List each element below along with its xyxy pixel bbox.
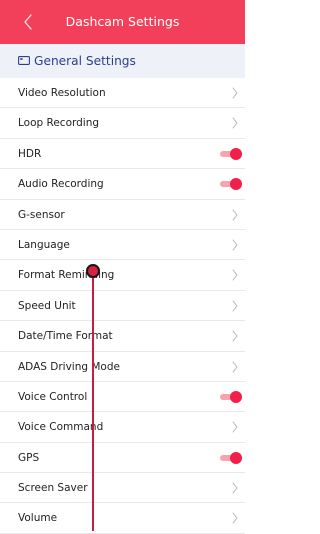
chevron-right-icon [232, 300, 238, 312]
toggle-switch[interactable] [220, 390, 242, 403]
settings-row-video-resolution[interactable]: Video Resolution [0, 78, 245, 109]
settings-row-label: Speed Unit [18, 299, 76, 312]
settings-row-g-sensor[interactable]: G-sensor [0, 200, 245, 230]
chevron-right-icon [232, 421, 238, 433]
settings-row-label: ADAS Driving Mode [18, 360, 120, 373]
settings-row-voice-control[interactable]: Voice Control [0, 382, 245, 413]
settings-row-label: Date/Time Format [18, 330, 113, 343]
top-bar: Dashcam Settings [0, 0, 245, 44]
settings-row-hdr[interactable]: HDR [0, 139, 245, 170]
settings-row-label: Voice Command [18, 421, 104, 434]
settings-row-label: Language [18, 238, 70, 251]
section-header: General Settings [0, 44, 245, 78]
chevron-right-icon [232, 482, 238, 494]
settings-row-screen-saver[interactable]: Screen Saver [0, 473, 245, 504]
settings-row-label: Format Reminding [18, 269, 115, 282]
chevron-right-icon [232, 512, 238, 524]
settings-row-voice-command[interactable]: Voice Command [0, 412, 245, 443]
page-title: Dashcam Settings [65, 14, 180, 29]
pointer-dot [86, 264, 100, 278]
settings-row-loop-recording[interactable]: Loop Recording [0, 108, 245, 139]
chevron-right-icon [232, 87, 238, 99]
settings-row-gps[interactable]: GPS [0, 443, 245, 474]
chevron-right-icon [232, 117, 238, 129]
chevron-right-icon [232, 239, 238, 251]
settings-row-label: Loop Recording [18, 117, 100, 130]
settings-row-label: Screen Saver [18, 482, 88, 495]
chevron-right-icon [232, 209, 238, 221]
toggle-knob [230, 451, 242, 464]
toggle-knob [230, 147, 242, 160]
settings-row-audio-recording[interactable]: Audio Recording [0, 169, 245, 200]
settings-row-date-time-format[interactable]: Date/Time Format [0, 321, 245, 352]
settings-row-speed-unit[interactable]: Speed Unit [0, 291, 245, 322]
settings-row-label: Video Resolution [18, 87, 106, 99]
toggle-switch[interactable] [220, 451, 242, 464]
toggle-knob [230, 178, 242, 191]
section-title: General Settings [34, 54, 136, 68]
toggle-switch[interactable] [220, 178, 242, 191]
chevron-right-icon [232, 330, 238, 342]
settings-row-label: Audio Recording [18, 178, 104, 191]
camera-outline-icon [18, 56, 30, 65]
toggle-knob [230, 390, 242, 403]
chevron-right-icon [232, 361, 238, 373]
settings-row-language[interactable]: Language [0, 230, 245, 261]
settings-row-label: G-sensor [18, 208, 65, 221]
settings-row-label: Volume [18, 512, 58, 525]
settings-row-label: Voice Control [18, 390, 88, 403]
settings-row-label: HDR [18, 147, 42, 160]
settings-row-label: GPS [18, 451, 40, 464]
toggle-switch[interactable] [220, 147, 242, 160]
settings-row-format-reminding[interactable]: Format Reminding [0, 260, 245, 291]
settings-row-volume[interactable]: Volume [0, 503, 245, 534]
settings-list: Video Resolution Loop Recording HDR Audio R… [0, 78, 245, 534]
settings-row-adas-driving-mode[interactable]: ADAS Driving Mode [0, 352, 245, 382]
chevron-right-icon [232, 269, 238, 281]
pointer-line [92, 271, 94, 531]
